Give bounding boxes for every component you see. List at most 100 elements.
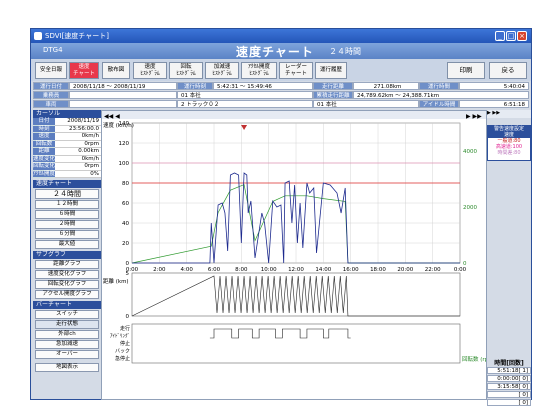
max-value-button[interactable]: 最大値 xyxy=(35,240,99,249)
rpm-tick-label: 4000 xyxy=(463,149,477,155)
accel-histogram-button[interactable]: 加減速 ﾋｽﾄｸﾞﾗﾑ xyxy=(205,62,239,79)
distance-plot-frame xyxy=(131,272,461,317)
value-distance: 271.08km xyxy=(353,82,419,90)
speed-tick-label: 20 xyxy=(122,241,129,247)
range-6min-button[interactable]: ６分間 xyxy=(35,230,99,239)
nav-right-icon[interactable]: ▶ ▶▶ xyxy=(487,110,531,118)
maximize-icon[interactable]: □ xyxy=(506,31,516,41)
print-button[interactable]: 印刷 xyxy=(447,62,485,79)
label-idle-time: アイドル時間 xyxy=(419,100,459,108)
close-icon[interactable]: × xyxy=(517,31,527,41)
value-idle-time: 6:51:18 xyxy=(459,100,529,108)
rpm-tick-label: 2000 xyxy=(463,205,477,211)
switch-button[interactable]: スイッチ xyxy=(35,310,99,319)
speed-tick-label: 100 xyxy=(119,161,130,167)
rpm-change-graph-button[interactable]: 回転変化グラフ xyxy=(35,280,99,289)
value-date: 2008/11/18 〜 2008/11/19 xyxy=(69,82,177,90)
distance-tick-label: 5 xyxy=(126,271,130,277)
x-tick-label: 8:00 xyxy=(235,267,248,273)
speed-chart[interactable]: ◀◀ ◀ ▶ ▶▶ 速度 (km/h) 回転数 (rpm) 距離 (km) 02… xyxy=(101,110,496,400)
external-ch-button[interactable]: 外部ch xyxy=(35,330,99,339)
sub-graph-section-title: サブグラフ xyxy=(33,251,101,259)
cursor-marker-icon xyxy=(241,125,248,130)
bar-chart-section-title: バーチャート xyxy=(33,301,101,309)
x-tick-label: 4:00 xyxy=(180,267,193,273)
chart-svg[interactable]: ◀◀ ◀ ▶ ▶▶ 速度 (km/h) 回転数 (rpm) 距離 (km) 02… xyxy=(102,111,496,399)
bar-labels: 走行ｱｲﾄﾞﾘﾝｸﾞ停止バック急停止 xyxy=(110,325,130,362)
map-button[interactable]: 地図表示 xyxy=(35,363,99,372)
speed-tick-label: 120 xyxy=(119,141,130,147)
cursor-row: 速度変化 0km/h xyxy=(33,155,101,163)
bar-row-label: 停止 xyxy=(120,340,130,347)
minimize-icon[interactable]: _ xyxy=(495,31,505,41)
speed-chart-button[interactable]: 速度 チャート xyxy=(69,62,99,79)
value-driver-office: 01 本社 xyxy=(177,91,313,99)
speed-histogram-button[interactable]: 速度 ﾋｽﾄｸﾞﾗﾑ xyxy=(133,62,167,79)
time-table-row: [ 0] xyxy=(487,399,531,406)
range-24h-button[interactable]: ２４時間 xyxy=(35,189,99,199)
bar-row-label: バック xyxy=(115,349,130,355)
cursor-row: 日付 2008/11/19 xyxy=(33,118,101,126)
over-button[interactable]: オーバー xyxy=(35,350,99,359)
speed-chart-section-title: 速度チャート xyxy=(33,180,101,188)
safety-report-button[interactable]: 安全日報 xyxy=(35,62,67,79)
throttle-graph-button[interactable]: アクセル開度グラフ xyxy=(35,290,99,299)
x-tick-label: 18:00 xyxy=(370,267,386,273)
driving-state-button[interactable]: 走行状態 xyxy=(35,320,99,329)
distance-graph-button[interactable]: 距離グラフ xyxy=(35,260,99,269)
time-table-header: 時間[回数] xyxy=(494,360,524,367)
cursor-row: 速度 0km/h xyxy=(33,133,101,141)
value-driver xyxy=(69,91,177,99)
speed-tick-label: 80 xyxy=(122,181,129,187)
cursor-row: 時刻 23:56:00.0 xyxy=(33,125,101,133)
tick-labels: 0204060801001201400200040000:00 2:00 4:00 6… xyxy=(119,121,478,320)
sudden-accel-button[interactable]: 急加減速 xyxy=(35,340,99,349)
app-window: SDVI[速度チャート] _ □ × DTG4 速度チャート ２４時間 安全日報… xyxy=(30,28,532,406)
nav-last-icon: ▶ ▶▶ xyxy=(466,113,482,120)
nav-first-icon: ◀◀ ◀ xyxy=(104,113,120,120)
distance-axis-label: 距離 (km) xyxy=(103,277,129,285)
speed-legend: 警告速度設定 速度 一般道:80 高速道:100 時間差:80 xyxy=(487,125,531,161)
scroll-nav-top xyxy=(102,111,486,119)
legend-header: 警告速度設定 速度 xyxy=(488,126,530,138)
speed-tick-label: 40 xyxy=(122,221,129,227)
rpm-histogram-button[interactable]: 回転 ﾋｽﾄｸﾞﾗﾑ xyxy=(169,62,203,79)
x-tick-label: 16:00 xyxy=(343,267,359,273)
operation-history-button[interactable]: 運行履歴 xyxy=(315,62,347,79)
time-table-row: 5:51:18[ 1] xyxy=(487,367,531,374)
x-tick-label: 20:00 xyxy=(397,267,413,273)
x-tick-label: 12:00 xyxy=(288,267,304,273)
radar-chart-button[interactable]: レーダー チャート xyxy=(279,62,313,79)
range-6h-button[interactable]: ６時間 xyxy=(35,210,99,219)
app-icon xyxy=(34,32,42,40)
range-12h-button[interactable]: １２時間 xyxy=(35,200,99,209)
scatter-button[interactable]: 散布図 xyxy=(102,62,130,79)
back-button[interactable]: 戻る xyxy=(489,62,527,79)
label-cumulative: 累積走行距離 xyxy=(313,91,353,99)
label-distance: 走行距離 xyxy=(313,82,353,90)
throttle-histogram-button[interactable]: ｱｸｾﾙ開度 ﾋｽﾄｸﾞﾗﾑ xyxy=(241,62,277,79)
bar-row-label: ｱｲﾄﾞﾘﾝｸﾞ xyxy=(110,333,130,340)
toolbar: 安全日報 速度 チャート 散布図 速度 ﾋｽﾄｸﾞﾗﾑ 回転 ﾋｽﾄｸﾞﾗﾑ 加… xyxy=(31,59,531,81)
title-bar: SDVI[速度チャート] _ □ × xyxy=(31,29,531,43)
bar-row-label: 走行 xyxy=(120,325,130,332)
range-2h-button[interactable]: ２時間 xyxy=(35,220,99,229)
grid xyxy=(131,122,461,364)
speed-change-graph-button[interactable]: 速度変化グラフ xyxy=(35,270,99,279)
legend-time-diff: 時間差:80 xyxy=(497,150,521,156)
time-table-row: 0:00:00[ 0] xyxy=(487,375,531,382)
x-tick-label: 10:00 xyxy=(261,267,277,273)
window-title: SDVI[速度チャート] xyxy=(45,32,109,40)
cursor-row: ｱｸｾﾙ開度 0% xyxy=(33,170,101,178)
x-tick-label: 22:00 xyxy=(425,267,441,273)
value-op-time: 5:40:04 xyxy=(459,82,529,90)
value-time: 5:42:31 〜 15:49:46 xyxy=(213,82,313,90)
label-op-time: 運行時間 xyxy=(419,82,459,90)
cursor-row: 回転数 0rpm xyxy=(33,140,101,148)
value-vehicle xyxy=(69,100,177,108)
device-code: DTG4 xyxy=(43,46,63,54)
page-header: DTG4 速度チャート ２４時間 xyxy=(31,43,531,59)
speed-tick-label: 60 xyxy=(122,201,129,207)
x-tick-label: 14:00 xyxy=(315,267,331,273)
page-title: 速度チャート xyxy=(236,45,314,59)
